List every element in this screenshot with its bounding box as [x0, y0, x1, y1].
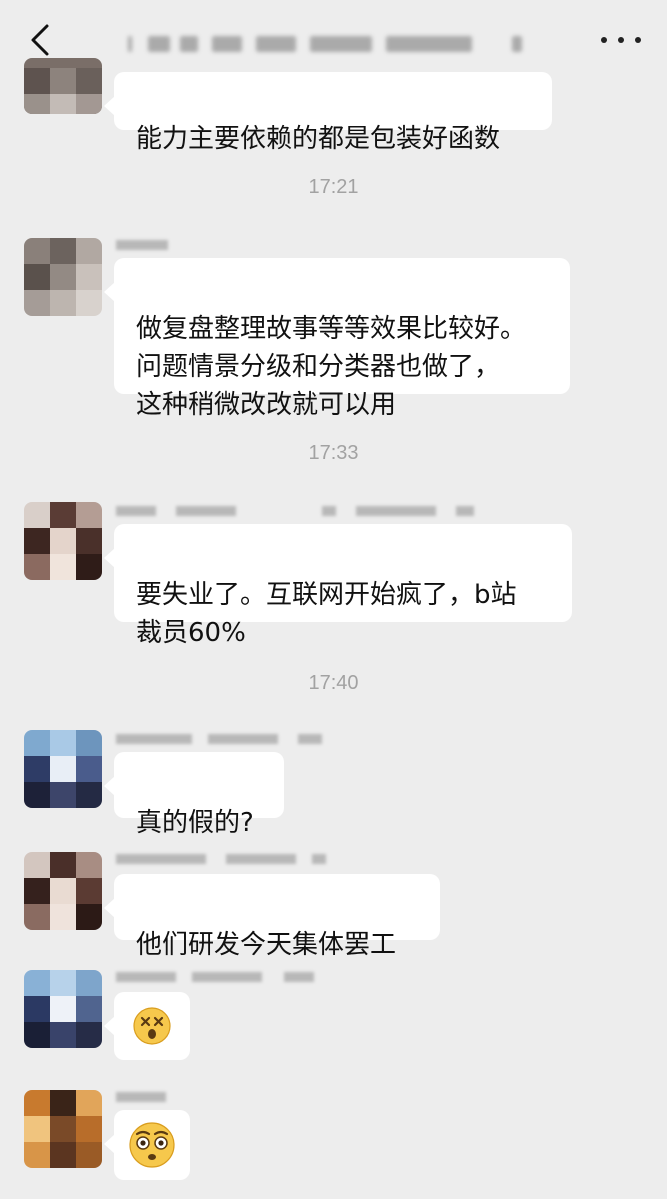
more-button[interactable] [601, 26, 641, 54]
dizzy-face-icon [133, 1007, 171, 1045]
message-text: 能力主要依赖的都是包装好函数 [136, 124, 501, 154]
avatar[interactable] [24, 730, 102, 808]
chat-title-blurred [120, 30, 540, 58]
message-bubble[interactable] [104, 992, 190, 1060]
message-bubble[interactable] [104, 1110, 190, 1180]
flushed-face-icon [129, 1122, 175, 1168]
timestamp: 17:33 [308, 442, 359, 464]
message-bubble[interactable]: 能力主要依赖的都是包装好函数 [104, 72, 552, 154]
message-bubble[interactable]: 真的假的? [104, 752, 284, 838]
timestamp: 17:40 [308, 672, 359, 694]
avatar[interactable] [24, 238, 102, 316]
back-button[interactable] [22, 22, 58, 58]
chevron-left-icon [31, 24, 49, 56]
sender-name-blurred [116, 732, 326, 746]
avatar[interactable] [24, 852, 102, 930]
sender-name-blurred [116, 1090, 176, 1104]
avatar[interactable] [24, 1090, 102, 1168]
avatar[interactable] [24, 58, 102, 114]
timestamp: 17:21 [308, 176, 359, 198]
sender-name-blurred [116, 852, 336, 866]
message-text: 真的假的? [136, 808, 254, 838]
message-bubble[interactable]: 做复盘整理故事等等效果比较好。 问题情景分级和分类器也做了， 这种稍微改改就可以… [104, 258, 570, 420]
sender-name-blurred [116, 504, 496, 518]
message-text: 做复盘整理故事等等效果比较好。 问题情景分级和分类器也做了， 这种稍微改改就可以… [136, 314, 527, 420]
message-bubble[interactable]: 他们研发今天集体罢工 [104, 874, 440, 960]
message-bubble[interactable]: 要失业了。互联网开始疯了，b站 裁员60% [104, 524, 572, 648]
sender-name-blurred [116, 238, 176, 252]
avatar[interactable] [24, 970, 102, 1048]
avatar[interactable] [24, 502, 102, 580]
sender-name-blurred [116, 970, 326, 984]
message-text: 他们研发今天集体罢工 [136, 930, 397, 960]
more-dots-icon [601, 37, 607, 43]
message-text: 要失业了。互联网开始疯了，b站 裁员60% [136, 580, 517, 648]
